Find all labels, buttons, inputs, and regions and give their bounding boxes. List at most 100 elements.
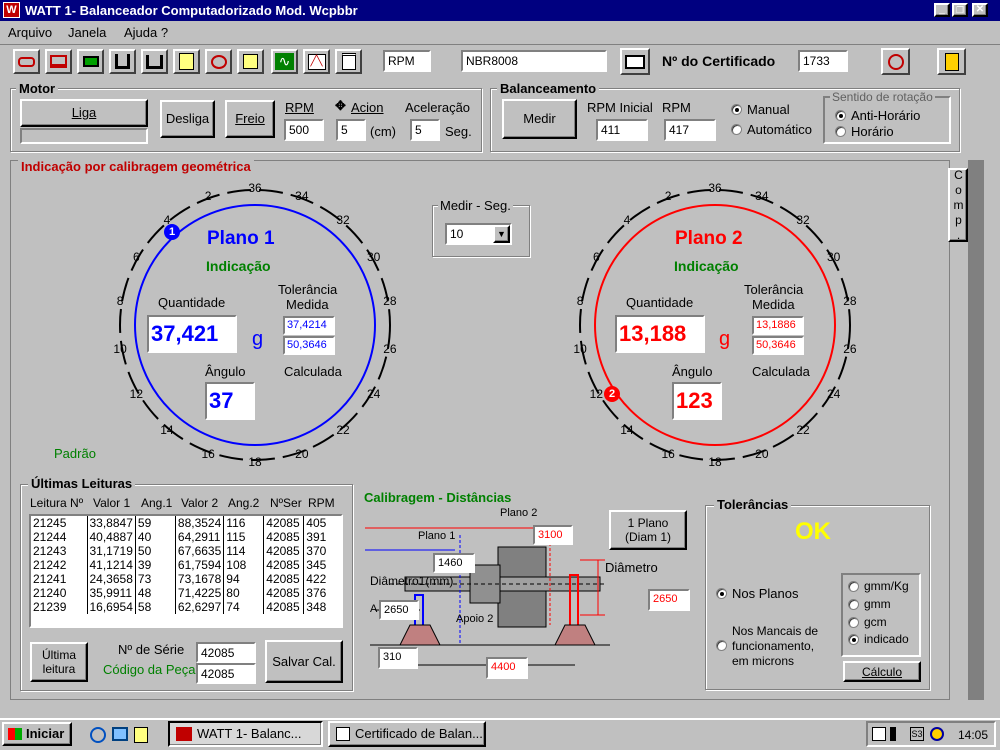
dist-310-field[interactable]: 310 [378, 647, 418, 669]
tray-app-icon[interactable] [930, 727, 944, 741]
scrollbar-track[interactable] [968, 160, 984, 700]
n-serie-field[interactable]: 42085 [196, 642, 256, 663]
leituras-column-header: Valor 2 [181, 496, 219, 510]
quicklaunch-icon[interactable] [134, 727, 148, 743]
menu-janela[interactable]: Janela [68, 25, 106, 40]
machine-icon[interactable] [45, 49, 72, 74]
nos-planos-radio[interactable] [716, 588, 727, 599]
liga-button[interactable]: Liga [20, 99, 148, 127]
plano1-dial-number: 24 [366, 386, 381, 401]
plano1-dial-number: 30 [366, 249, 381, 264]
target-icon[interactable] [881, 48, 910, 75]
minimize-button[interactable]: _ [934, 3, 950, 17]
calculo-button[interactable]: Cálculo [843, 661, 921, 682]
horario-radio[interactable] [835, 126, 846, 137]
medir-seg-dropdown-button[interactable]: ▼ [493, 225, 510, 243]
calculo-label: Cálculo [861, 664, 903, 679]
notepad-icon[interactable] [173, 49, 200, 74]
start-button[interactable]: Iniciar [2, 722, 72, 746]
clock: 14:05 [958, 728, 989, 742]
table-row[interactable]: 21245 33,8847 59 88,3524 116 42085 405 [31, 516, 340, 530]
plano2-tol-medida-field[interactable]: 13,1886 [752, 316, 804, 335]
plano2-dial-number: 12 [589, 386, 604, 401]
plano2-angulo-field[interactable]: 123 [672, 382, 722, 420]
dist-1460-field[interactable]: 1460 [433, 553, 475, 573]
desktop-icon[interactable] [112, 727, 128, 741]
restore-button[interactable]: ❐ [952, 3, 968, 17]
automatico-radio[interactable] [731, 124, 742, 135]
norm-field[interactable]: NBR8008 [461, 50, 607, 72]
ultima-leitura-button[interactable]: Última leitura [30, 642, 88, 682]
table-cell: 42085 [263, 530, 305, 544]
plano1-angulo-field[interactable]: 37 [205, 382, 255, 420]
table-row[interactable]: 21243 31,1719 50 67,6635 114 42085 370 [31, 544, 340, 558]
indicado-radio[interactable] [848, 634, 859, 645]
plano2-dial-number: 32 [796, 213, 810, 228]
sine-wave-icon[interactable]: ∿ [271, 49, 298, 74]
chip-icon[interactable] [77, 49, 104, 74]
dist-2650b-field[interactable]: 2650 [648, 589, 690, 611]
rpm-motor-field[interactable]: 500 [284, 119, 324, 141]
manual-radio[interactable] [731, 104, 742, 115]
dist-3100-field[interactable]: 3100 [533, 525, 573, 545]
exit-icon[interactable] [937, 48, 966, 75]
desliga-button[interactable]: Desliga [160, 100, 215, 138]
clamp-icon[interactable] [109, 49, 136, 74]
medir-button[interactable]: Medir [502, 99, 577, 139]
table-row[interactable]: 21240 35,9911 48 71,4225 80 42085 376 [31, 586, 340, 600]
plano1-tol-calculada-field[interactable]: 50,3646 [283, 336, 335, 355]
chart-icon[interactable]: ╱╲ [303, 49, 330, 74]
plano2-unit: g [719, 328, 731, 350]
leituras-table[interactable]: 21245 33,8847 59 88,3524 116 42085 405 21244 40,… [29, 514, 343, 628]
rotor-icon[interactable] [13, 49, 40, 74]
coil-icon[interactable] [205, 49, 232, 74]
balance-icon[interactable] [141, 49, 168, 74]
anti-horario-radio[interactable] [835, 110, 846, 121]
plano1-dial-number: 36 [248, 181, 262, 195]
table-row[interactable]: 21241 24,3658 73 73,1678 94 42085 422 [31, 572, 340, 586]
plano1-tol-medida-field[interactable]: 37,4214 [283, 316, 335, 335]
tray-volume-icon[interactable] [890, 727, 904, 741]
desliga-label: Desliga [165, 111, 210, 126]
plano1-angulo-label: Ângulo [205, 364, 246, 379]
freio-button[interactable]: Freio [225, 100, 275, 138]
plano-diam-button[interactable]: 1 Plano (Diam 1) [609, 510, 687, 550]
acion-field[interactable]: 5 [336, 119, 366, 141]
plano2-quantidade-field[interactable]: 13,188 [615, 315, 705, 353]
rpm-inicial-field[interactable]: 411 [596, 119, 648, 141]
dist-4400-field[interactable]: 4400 [486, 657, 528, 679]
menu-ajuda[interactable]: Ajuda ? [124, 25, 168, 40]
table-row[interactable]: 21244 40,4887 40 64,2911 115 42085 391 [31, 530, 340, 544]
liga-indicator [20, 128, 148, 144]
table-row[interactable]: 21239 16,6954 58 62,6297 74 42085 348 [31, 600, 340, 614]
list-icon[interactable] [237, 49, 264, 74]
gcm-radio[interactable] [848, 617, 859, 628]
table-row[interactable]: 21242 41,1214 39 61,7594 108 42085 345 [31, 558, 340, 572]
printer-icon[interactable] [620, 48, 650, 75]
plano1-quantidade-field[interactable]: 37,421 [147, 315, 237, 353]
table-cell: 42085 [263, 516, 305, 530]
close-button[interactable]: ✕ [972, 3, 988, 17]
table-cell: 62,6297 [175, 600, 225, 614]
tray-network-icon[interactable] [872, 727, 886, 741]
ie-icon[interactable] [90, 727, 106, 743]
codigo-peca-field[interactable]: 42085 [196, 663, 256, 684]
task-certificado[interactable]: Certificado de Balan... [328, 721, 486, 747]
support2-base [554, 624, 596, 646]
rpm-bal-field[interactable]: 417 [664, 119, 716, 141]
document-icon[interactable] [335, 49, 362, 74]
nos-planos-label: Nos Planos [732, 586, 799, 601]
dist-2650a-field[interactable]: 2650 [379, 600, 419, 620]
aceleracao-field[interactable]: 5 [410, 119, 440, 141]
tray-s3-icon[interactable]: S3 [910, 727, 924, 741]
certificate-number-field[interactable]: 1733 [798, 50, 848, 72]
comp-button[interactable]: Comp. [948, 168, 968, 243]
gmm-radio[interactable] [848, 599, 859, 610]
rpm-toolbar-field[interactable]: RPM [383, 50, 431, 72]
nos-mancais-radio[interactable] [716, 640, 727, 651]
menu-arquivo[interactable]: Arquivo [8, 25, 52, 40]
task-watt[interactable]: WATT 1- Balanc... [168, 721, 323, 747]
plano2-tol-calculada-field[interactable]: 50,3646 [752, 336, 804, 355]
gmm-kg-radio[interactable] [848, 581, 859, 592]
salvar-cal-button[interactable]: Salvar Cal. [265, 640, 343, 683]
